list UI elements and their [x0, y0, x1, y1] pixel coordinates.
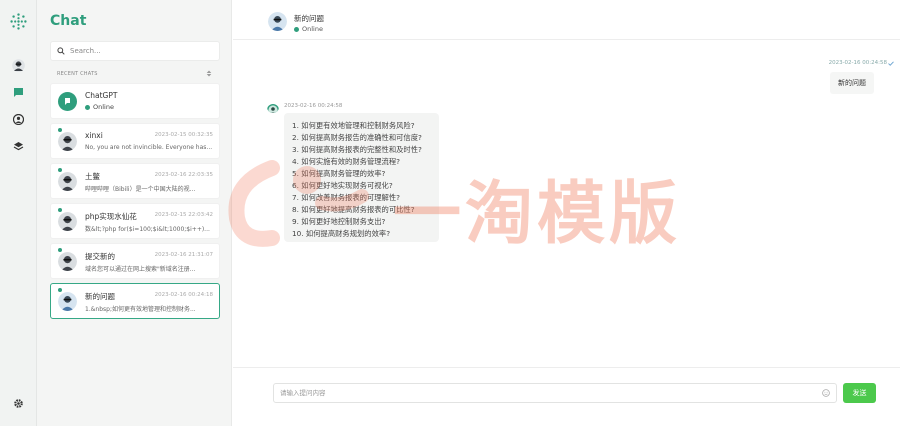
layers-icon[interactable] — [11, 139, 25, 153]
header-avatar — [268, 12, 287, 31]
message-composer: 发送 — [233, 367, 900, 426]
chat-name: 提交新的 — [85, 252, 115, 261]
list-item: 9. 如何更好地控制财务支出? — [292, 217, 386, 226]
chat-item[interactable]: xinxi 2023-02-15 00:32:35 No, you are no… — [50, 123, 220, 159]
chat-item-chatgpt[interactable]: ChatGPT Online — [50, 83, 220, 119]
emoji-icon[interactable] — [822, 389, 830, 397]
chat-sidebar: Chat RECENT CHATS ChatGPT Online xinxi 2… — [37, 0, 232, 426]
profile-avatar-icon[interactable] — [11, 58, 25, 72]
icon-rail — [0, 0, 37, 426]
chat-name: 土鳖 — [85, 172, 100, 181]
search-icon — [57, 47, 65, 55]
avatar — [58, 172, 77, 191]
message-time: 2023-02-16 00:24:58 — [828, 60, 887, 66]
chat-time: 2023-02-16 21:31:07 — [154, 252, 213, 258]
header-title: 新的问题 — [294, 14, 324, 23]
settings-gear-icon[interactable] — [11, 396, 25, 410]
check-icon — [888, 60, 894, 66]
user-icon[interactable] — [11, 112, 25, 126]
avatar — [58, 252, 77, 271]
chat-main: 新的问题 Online 2023-02-16 00:24:58 新的问题 202… — [233, 0, 900, 426]
recent-chats-header: RECENT CHATS — [57, 70, 212, 77]
outgoing-message: 新的问题 — [830, 72, 874, 94]
status-text: Online — [93, 103, 114, 111]
chat-preview: 数&lt;?php for($i=100;$i&lt;1000;$i++)... — [85, 226, 210, 233]
header-status: Online — [294, 25, 323, 33]
chatgpt-avatar — [58, 92, 77, 111]
unread-dot-icon — [58, 288, 62, 292]
online-status: Online — [85, 103, 114, 111]
chat-name: 新的问题 — [85, 292, 115, 301]
list-item: 2. 如何提高财务报告的准确性和可信度? — [292, 133, 422, 142]
send-button[interactable]: 发送 — [843, 383, 876, 403]
online-dot-icon — [294, 26, 299, 32]
chat-time: 2023-02-15 00:32:35 — [154, 132, 213, 138]
chat-preview: 哔哩哔哩（Bibili）是一个中国大陆的视... — [85, 186, 196, 193]
chat-preview: 1.&nbsp;如何更有效地管理和控制财务... — [85, 306, 196, 313]
chat-icon[interactable] — [11, 85, 25, 99]
chat-time: 2023-02-16 00:24:18 — [154, 292, 213, 298]
online-dot-icon — [85, 104, 90, 110]
app-logo-icon[interactable] — [10, 13, 27, 30]
chat-item[interactable]: php实现水仙花 2023-02-15 22:03:42 数&lt;?php f… — [50, 203, 220, 239]
list-item: 7. 如何改善财务报表的可理解性? — [292, 193, 401, 202]
list-item: 5. 如何提高财务管理的效率? — [292, 169, 386, 178]
unread-dot-icon — [58, 128, 62, 132]
answer-list: 1. 如何更有效地管理和控制财务风险? 2. 如何提高财务报告的准确性和可信度?… — [292, 120, 431, 240]
chat-item-active[interactable]: 新的问题 2023-02-16 00:24:18 1.&nbsp;如何更有效地管… — [50, 283, 220, 319]
message-input-box[interactable] — [273, 383, 837, 403]
chat-item[interactable]: 土鳖 2023-02-16 22:03:35 哔哩哔哩（Bibili）是一个中国… — [50, 163, 220, 199]
chat-preview: 域名您可以通过在网上搜索"新域名注册... — [85, 266, 196, 273]
avatar — [58, 292, 77, 311]
chat-preview: No, you are not invincible. Everyone has… — [85, 144, 213, 151]
status-text: Online — [302, 25, 323, 33]
flag-icon — [65, 98, 70, 105]
chat-name: xinxi — [85, 131, 103, 140]
unread-dot-icon — [58, 168, 62, 172]
chat-time: 2023-02-16 22:03:35 — [154, 172, 213, 178]
avatar — [58, 212, 77, 231]
recent-chats-label: RECENT CHATS — [57, 70, 98, 77]
incoming-message: 1. 如何更有效地管理和控制财务风险? 2. 如何提高财务报告的准确性和可信度?… — [284, 113, 439, 242]
sidebar-title: Chat — [50, 13, 87, 29]
list-item: 6. 如何更好地实现财务可视化? — [292, 181, 393, 190]
chat-name: ChatGPT — [85, 91, 118, 100]
chat-list: ChatGPT Online xinxi 2023-02-15 00:32:35… — [50, 83, 220, 323]
chat-name: php实现水仙花 — [85, 212, 137, 221]
chat-item[interactable]: 提交新的 2023-02-16 21:31:07 域名您可以通过在网上搜索"新域… — [50, 243, 220, 279]
search-input[interactable] — [70, 47, 210, 55]
list-item: 8. 如何更好地提高财务报表的可比性? — [292, 205, 415, 214]
chat-time: 2023-02-15 22:03:42 — [154, 212, 213, 218]
list-item: 10. 如何提高财务规划的效率? — [292, 229, 391, 238]
list-item: 1. 如何更有效地管理和控制财务风险? — [292, 121, 415, 130]
message-input[interactable] — [280, 389, 822, 397]
list-item: 3. 如何提高财务报表的完整性和及时性? — [292, 145, 422, 154]
bot-avatar — [267, 101, 279, 113]
chat-header: 新的问题 Online — [233, 0, 900, 40]
avatar — [58, 132, 77, 151]
incoming-message-time: 2023-02-16 00:24:58 — [284, 103, 343, 109]
unread-dot-icon — [58, 248, 62, 252]
sort-icon[interactable] — [206, 70, 212, 77]
unread-dot-icon — [58, 208, 62, 212]
search-box[interactable] — [50, 41, 220, 61]
list-item: 4. 如何实施有效的财务管理流程? — [292, 157, 401, 166]
outgoing-message-time: 2023-02-16 00:24:58 — [829, 60, 894, 66]
